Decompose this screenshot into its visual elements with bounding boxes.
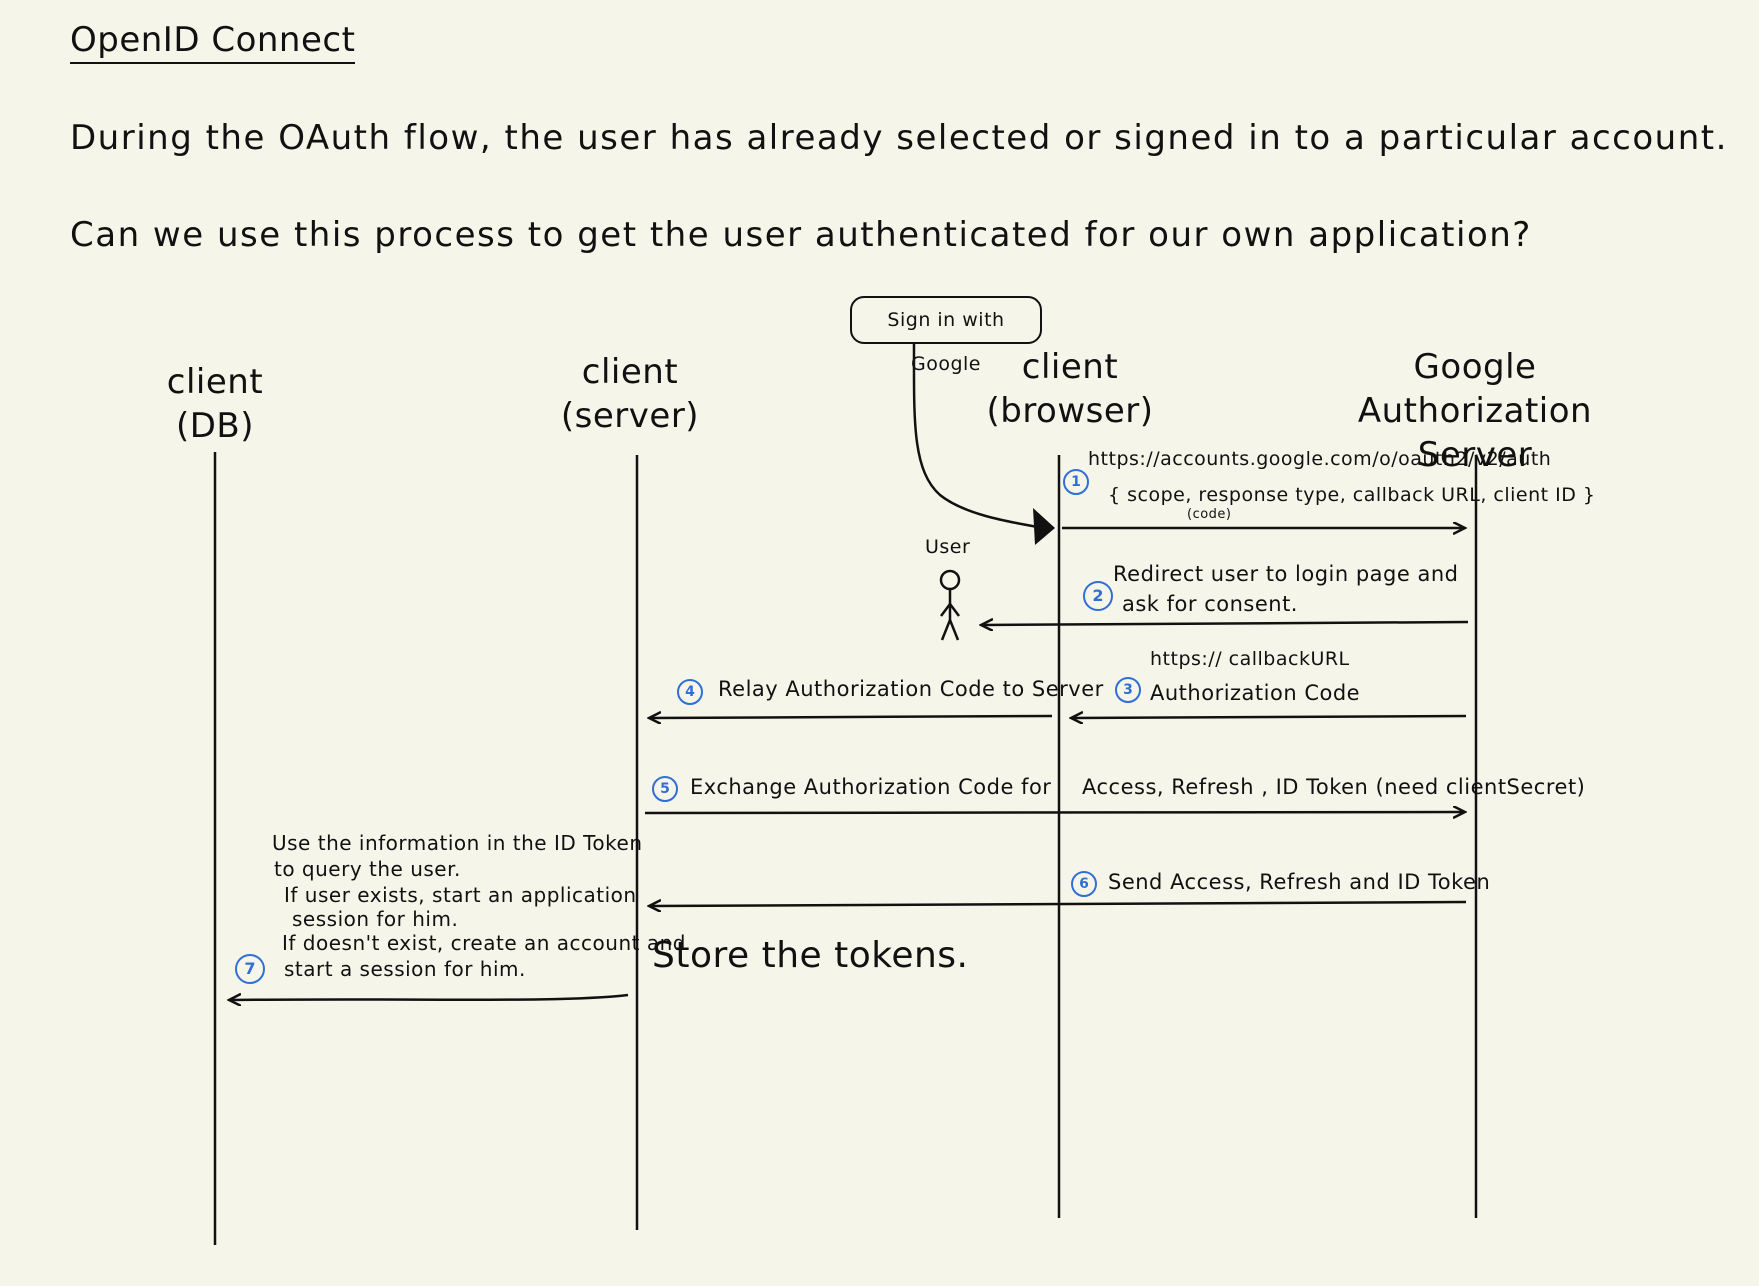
step-4-badge: 4 xyxy=(677,679,703,705)
store-tokens-note: Store the tokens. xyxy=(652,935,969,976)
arrow-step-7 xyxy=(230,995,629,1000)
arrow-step-4 xyxy=(650,716,1053,718)
step-5-label-part-1: Exchange Authorization Code for xyxy=(690,775,1052,799)
step-6-label: Send Access, Refresh and ID Token xyxy=(1108,870,1491,894)
step-7-line-3: If user exists, start an application xyxy=(284,883,637,907)
step-4-label: Relay Authorization Code to Server xyxy=(718,677,1104,701)
arrow-step-2 xyxy=(982,622,1469,625)
step-3-badge: 3 xyxy=(1115,677,1141,703)
step-3-label: Authorization Code xyxy=(1150,681,1361,705)
step-1-badge: 1 xyxy=(1063,469,1089,495)
step-7-badge: 7 xyxy=(235,954,265,984)
sign-in-arrowhead xyxy=(1033,508,1055,545)
step-7-line-1: Use the information in the ID Token xyxy=(272,831,643,855)
step-5-badge: 5 xyxy=(652,776,678,802)
step-2-line-2: ask for consent. xyxy=(1122,592,1298,616)
step-7-line-5: If doesn't exist, create an account and xyxy=(282,931,686,955)
sign-in-curve xyxy=(912,341,1044,530)
step-1-params: { scope, response type, callback URL, cl… xyxy=(1108,484,1596,506)
step-1-url: https://accounts.google.com/o/oauth2/v2/… xyxy=(1088,448,1552,470)
step-7-line-6: start a session for him. xyxy=(284,957,526,981)
step-7-line-2: to query the user. xyxy=(274,857,461,881)
sequence-diagram: OpenID Connect During the OAuth flow, th… xyxy=(0,0,1759,1286)
step-1-response-type-note: (code) xyxy=(1187,507,1232,522)
step-2-badge: 2 xyxy=(1083,581,1113,611)
step-2-line-1: Redirect user to login page and xyxy=(1113,562,1459,586)
user-stick-figure xyxy=(939,569,961,641)
diagram-lines xyxy=(213,341,1478,1245)
arrow-step-3 xyxy=(1072,716,1467,718)
step-5-label-part-2: Access, Refresh , ID Token (need clientS… xyxy=(1082,775,1586,799)
user-label: User xyxy=(925,536,971,558)
step-6-badge: 6 xyxy=(1071,871,1097,897)
step-3-callback-url: https:// callbackURL xyxy=(1150,648,1350,670)
step-7-line-4: session for him. xyxy=(292,907,459,931)
arrow-step-5 xyxy=(644,812,1464,813)
